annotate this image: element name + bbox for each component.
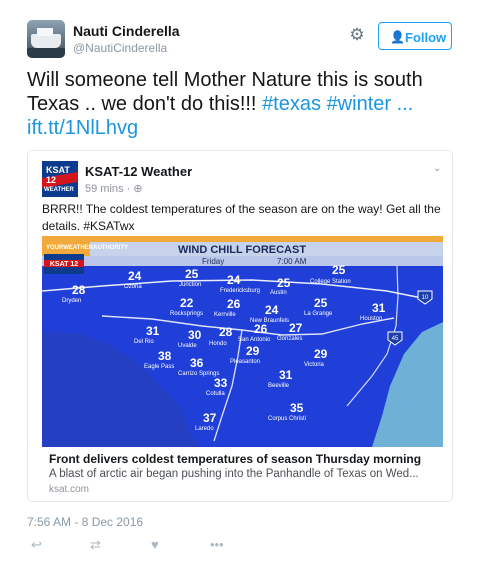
link-domain: ksat.com <box>49 484 90 495</box>
link-description: A blast of arctic air began pushing into… <box>49 468 419 480</box>
city-label: Junction <box>179 282 201 288</box>
add-user-icon: 👤 <box>390 30 405 44</box>
source-name[interactable]: KSAT-12 Weather <box>85 164 192 179</box>
temperature-value: 38 <box>158 349 172 363</box>
temperature-value: 24 <box>128 269 142 283</box>
city-label: Victoria <box>304 362 325 368</box>
temperature-value: 28 <box>219 325 233 339</box>
temperature-value: 29 <box>246 344 260 358</box>
user-handle[interactable]: @NautiCinderella <box>73 41 167 55</box>
retweet-icon[interactable]: ⇄ <box>90 537 101 553</box>
reply-icon[interactable]: ↩ <box>31 537 42 553</box>
chevron-down-icon[interactable]: ⌄ <box>433 163 441 174</box>
tweet-text: Will someone tell Mother Nature this is … <box>27 69 423 139</box>
city-label: Kerrville <box>214 312 236 318</box>
temperature-value: 28 <box>72 283 86 297</box>
temperature-value: 36 <box>190 356 204 370</box>
temperature-value: 25 <box>185 267 199 281</box>
gear-icon[interactable]: ⚙ <box>348 26 366 44</box>
city-label: Eagle Pass <box>144 364 174 370</box>
city-label: Uvalde <box>178 343 197 349</box>
temperature-value: 31 <box>372 301 386 315</box>
more-icon[interactable]: ••• <box>210 537 224 552</box>
city-label: College Station <box>310 279 351 285</box>
map-time: 7:00 AM <box>277 257 307 266</box>
tweet-actions: ↩ ⇄ ♥ ••• <box>27 535 457 557</box>
city-label: Corpus Christi <box>268 416 306 422</box>
station-logo: KSAT 12 <box>44 254 84 274</box>
globe-icon: ⊕ <box>133 183 143 195</box>
temperature-value: 29 <box>314 347 328 361</box>
city-label: Fredericksburg <box>220 288 260 294</box>
city-label: Rocksprings <box>170 311 203 317</box>
temperature-value: 25 <box>332 263 346 277</box>
svg-text:KSAT 12: KSAT 12 <box>50 261 78 268</box>
temperature-value: 31 <box>279 368 293 382</box>
post-time: 59 mins · ⊕ <box>85 183 143 195</box>
map-title-banner: YOURWEATHERAUTHORITY WIND CHILL FORECAST <box>42 236 443 256</box>
city-label: La Grange <box>304 311 333 317</box>
temperature-value: 24 <box>227 273 241 287</box>
facebook-post-header: KSAT 12 WEATHER KSAT-12 Weather 59 mins … <box>42 161 442 201</box>
svg-text:45: 45 <box>392 336 399 342</box>
like-icon[interactable]: ♥ <box>151 537 159 552</box>
ksat-logo: KSAT 12 WEATHER <box>42 161 78 197</box>
avatar[interactable] <box>27 20 65 58</box>
city-label: Gonzales <box>277 336 302 342</box>
city-label: San Antonio <box>238 337 271 343</box>
display-name[interactable]: Nauti Cinderella <box>73 23 180 39</box>
city-label: Austin <box>270 290 287 296</box>
temperature-value: 22 <box>180 296 194 310</box>
temperature-value: 26 <box>254 322 268 336</box>
city-label: Del Rio <box>134 339 154 345</box>
temperature-value: 24 <box>265 303 279 317</box>
follow-button[interactable]: 👤 Follow <box>378 22 452 50</box>
tweet-header: Nauti Cinderella @NautiCinderella ⚙ 👤 Fo… <box>27 20 457 60</box>
city-label: Hondo <box>209 341 227 347</box>
temperature-value: 37 <box>203 411 217 425</box>
temperature-value: 33 <box>214 376 228 390</box>
city-label: Cotulla <box>206 391 225 397</box>
brand-text: YOURWEATHERAUTHORITY <box>46 245 128 251</box>
city-label: Ozona <box>124 284 142 290</box>
temperature-value: 27 <box>289 321 303 335</box>
wind-chill-map[interactable]: YOURWEATHERAUTHORITY WIND CHILL FORECAST… <box>42 236 443 447</box>
hashtag-link[interactable]: #winter <box>327 93 391 115</box>
link-title[interactable]: Front delivers coldest temperatures of s… <box>49 452 421 466</box>
tweet-link[interactable]: ift.tt/1NlLhvg <box>27 117 138 139</box>
temperature-value: 35 <box>290 401 304 415</box>
city-label: Houston <box>360 316 382 322</box>
city-label: Dryden <box>62 298 81 304</box>
hashtag-link[interactable]: #texas <box>262 93 321 115</box>
link-card[interactable]: KSAT 12 WEATHER KSAT-12 Weather 59 mins … <box>27 150 453 502</box>
tweet-timestamp[interactable]: 7:56 AM - 8 Dec 2016 <box>27 515 143 529</box>
temperature-value: 30 <box>188 328 202 342</box>
city-label: Beeville <box>268 383 290 389</box>
city-label: Laredo <box>195 426 214 432</box>
temperature-value: 25 <box>277 276 291 290</box>
svg-text:10: 10 <box>422 295 429 301</box>
map-day: Friday <box>202 257 224 266</box>
temperature-value: 25 <box>314 296 328 310</box>
city-label: Pleasanton <box>230 359 260 365</box>
map-title: WIND CHILL FORECAST <box>178 244 306 256</box>
temperature-value: 26 <box>227 297 241 311</box>
post-text: BRRR!! The coldest temperatures of the s… <box>42 202 441 233</box>
temperature-value: 31 <box>146 324 160 338</box>
